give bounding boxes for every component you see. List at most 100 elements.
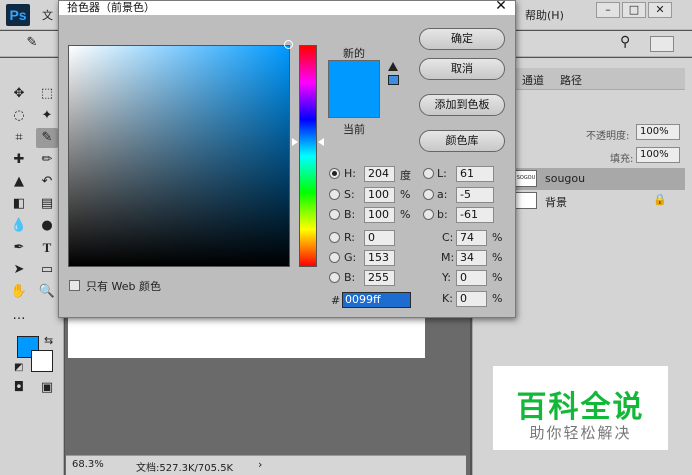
workspace-switcher[interactable]: [650, 36, 674, 52]
magenta-input[interactable]: 34: [456, 250, 487, 266]
yellow-input[interactable]: 0: [456, 270, 487, 286]
hex-label: #: [331, 294, 341, 307]
dialog-titlebar: 拾色器（前景色） ✕: [59, 0, 515, 15]
ok-button[interactable]: 确定: [419, 28, 505, 50]
saturation-input[interactable]: 100: [364, 187, 395, 203]
type-tool-icon[interactable]: T: [36, 238, 58, 258]
lab-a-radio[interactable]: [423, 189, 434, 200]
web-safe-cube-icon[interactable]: [388, 75, 399, 85]
web-colors-only-checkbox[interactable]: [69, 280, 80, 291]
blur-tool-icon[interactable]: 💧: [8, 216, 30, 236]
watermark-subtitle: 助你轻松解决: [529, 424, 632, 442]
color-marker[interactable]: [284, 40, 293, 49]
out-of-gamut-warning-icon[interactable]: [388, 62, 398, 71]
zoom-level[interactable]: 68.3%: [72, 459, 104, 470]
red-radio[interactable]: [329, 232, 340, 243]
search-icon[interactable]: ⚲: [620, 34, 630, 50]
green-radio[interactable]: [329, 252, 340, 263]
window-close-button[interactable]: ✕: [648, 2, 672, 18]
lab-b-input[interactable]: -61: [456, 207, 494, 223]
saturation-label: S:: [344, 188, 355, 201]
lab-b-radio[interactable]: [423, 209, 434, 220]
zoom-tool-icon[interactable]: 🔍: [36, 282, 58, 302]
menu-file[interactable]: 文: [42, 7, 53, 23]
new-current-color-swatch[interactable]: [328, 60, 380, 118]
crop-tool-icon[interactable]: ⌗: [8, 128, 30, 148]
yellow-label: Y:: [442, 271, 451, 284]
watermark-title: 百科全说: [516, 390, 645, 425]
black-input[interactable]: 0: [456, 291, 487, 307]
black-label: K:: [442, 292, 453, 305]
healing-brush-icon[interactable]: ✚: [8, 150, 30, 170]
gradient-tool-icon[interactable]: ▤: [36, 194, 58, 214]
clone-stamp-icon[interactable]: ▲: [8, 172, 30, 192]
tab-paths[interactable]: 路径: [560, 72, 582, 88]
history-brush-icon[interactable]: ↶: [36, 172, 58, 192]
red-input[interactable]: 0: [364, 230, 395, 246]
hand-tool-icon[interactable]: ✋: [8, 282, 30, 302]
toolbox: ✥ ⬚ ◌ ✦ ⌗ ✎ ✚ ✏ ▲ ↶ ◧ ▤ 💧 ● ✒ T ➤ ▭ ✋ 🔍 …: [0, 58, 64, 475]
path-selection-icon[interactable]: ➤: [8, 260, 30, 280]
opacity-input[interactable]: 100%: [636, 124, 680, 140]
brightness-input[interactable]: 100: [364, 207, 395, 223]
hue-slider[interactable]: [299, 45, 317, 267]
lab-a-label: a:: [437, 188, 448, 201]
hue-radio[interactable]: [329, 168, 340, 179]
lab-l-input[interactable]: 61: [456, 166, 494, 182]
eyedropper-icon[interactable]: ✎: [20, 35, 44, 53]
new-color-label: 新的: [343, 47, 365, 60]
screen-mode-icon[interactable]: ▣: [36, 378, 58, 398]
lasso-tool-icon[interactable]: ◌: [8, 106, 30, 126]
brightness-unit: %: [400, 208, 411, 221]
green-label: G:: [344, 251, 357, 264]
eyedropper-tool-icon[interactable]: ✎: [36, 128, 58, 148]
doc-size: 文档:527.3K/705.5K: [136, 463, 234, 474]
status-menu-arrow[interactable]: ›: [258, 458, 262, 471]
blue-input[interactable]: 255: [364, 270, 395, 286]
brush-tool-icon[interactable]: ✏: [36, 150, 58, 170]
current-color-label: 当前: [343, 123, 365, 136]
magenta-unit: %: [492, 251, 503, 264]
eraser-tool-icon[interactable]: ◧: [8, 194, 30, 214]
hue-slider-handle-left[interactable]: [292, 138, 298, 146]
magenta-label: M:: [441, 251, 455, 264]
magic-wand-icon[interactable]: ✦: [36, 106, 58, 126]
fill-input[interactable]: 100%: [636, 147, 680, 163]
menu-help[interactable]: 帮助(H): [525, 7, 564, 23]
dodge-tool-icon[interactable]: ●: [36, 216, 58, 236]
marquee-tool-icon[interactable]: ⬚: [36, 84, 58, 104]
blue-label: B:: [344, 271, 356, 284]
blue-radio[interactable]: [329, 272, 340, 283]
pen-tool-icon[interactable]: ✒: [8, 238, 30, 258]
lab-l-radio[interactable]: [423, 168, 434, 179]
color-picker-dialog: 拾色器（前景色） ✕ 新的 当前 确定 取消 添加到色板 颜色库 H: 204 …: [58, 0, 516, 318]
move-tool-icon[interactable]: ✥: [8, 84, 30, 104]
hue-input[interactable]: 204: [364, 166, 395, 182]
brightness-radio[interactable]: [329, 209, 340, 220]
cyan-input[interactable]: 74: [456, 230, 487, 246]
color-libraries-button[interactable]: 颜色库: [419, 130, 505, 152]
black-unit: %: [492, 292, 503, 305]
green-input[interactable]: 153: [364, 250, 395, 266]
restore-button[interactable]: □: [622, 2, 646, 18]
add-to-swatches-button[interactable]: 添加到色板: [419, 94, 505, 116]
lab-a-input[interactable]: -5: [456, 187, 494, 203]
quick-mask-icon[interactable]: ◘: [8, 378, 30, 398]
default-colors-icon[interactable]: ◩: [14, 362, 23, 373]
swap-colors-icon[interactable]: ⇆: [44, 334, 53, 347]
lab-l-label: L:: [437, 167, 447, 180]
saturation-radio[interactable]: [329, 189, 340, 200]
hex-input[interactable]: 0099ff: [342, 292, 411, 308]
tab-channels[interactable]: 通道: [522, 72, 544, 88]
hue-label: H:: [344, 167, 356, 180]
layer-name: 背景: [545, 196, 567, 209]
background-color-swatch[interactable]: [31, 350, 53, 372]
rectangle-tool-icon[interactable]: ▭: [36, 260, 58, 280]
hue-slider-handle-right[interactable]: [318, 138, 324, 146]
cancel-button[interactable]: 取消: [419, 58, 505, 80]
minimize-button[interactable]: –: [596, 2, 620, 18]
more-tools-icon[interactable]: …: [8, 306, 30, 326]
yellow-unit: %: [492, 271, 503, 284]
saturation-brightness-field[interactable]: [68, 45, 290, 267]
dialog-close-button[interactable]: ✕: [491, 0, 511, 15]
